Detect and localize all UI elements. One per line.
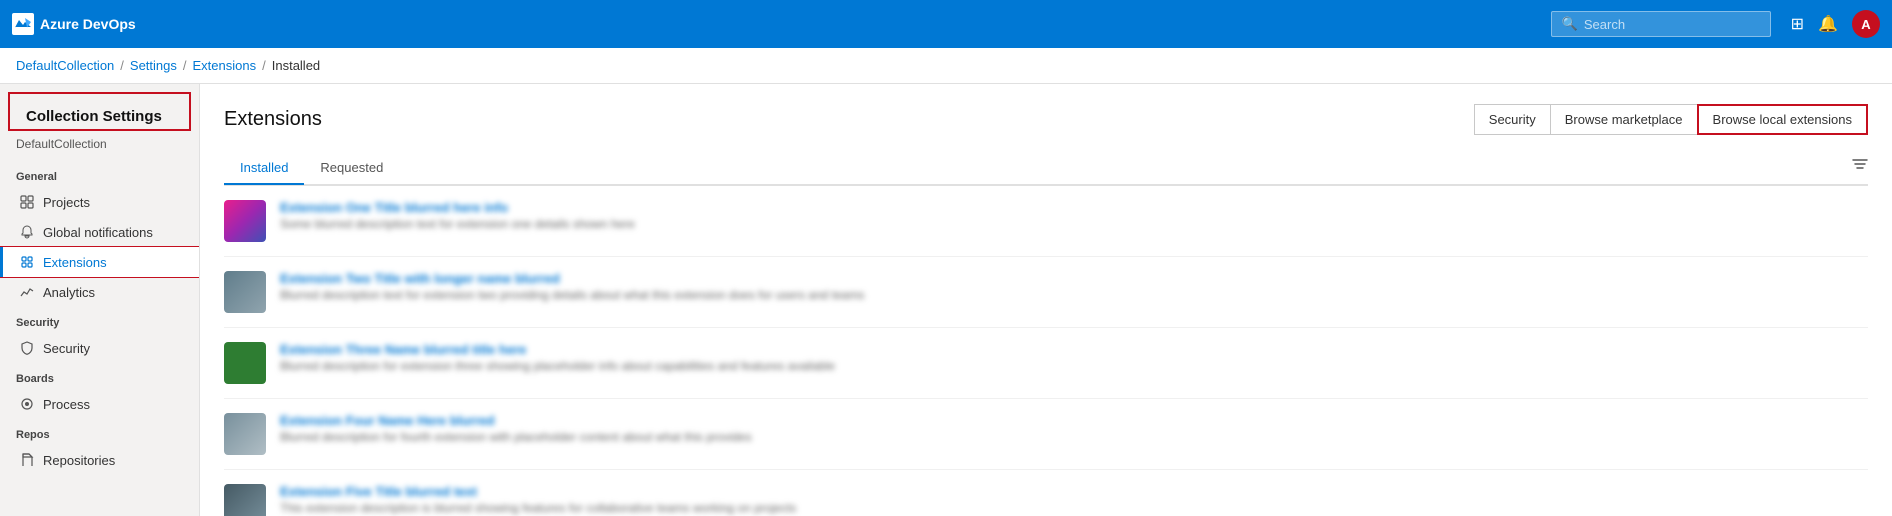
extension-name-5[interactable]: Extension Five Title blurred text <box>280 484 1868 499</box>
extension-info-3: Extension Three Name blurred title here … <box>280 342 1868 373</box>
extension-name-1[interactable]: Extension One Title blurred here info <box>280 200 1868 215</box>
extension-item-4: Extension Four Name Here blurred Blurred… <box>224 399 1868 470</box>
sidebar-section-general: General <box>0 161 199 187</box>
sidebar-item-extensions[interactable]: Extensions <box>0 247 199 277</box>
sidebar-item-notifications-label: Global notifications <box>43 225 153 240</box>
security-icon <box>19 340 35 356</box>
extension-desc-5: This extension description is blurred sh… <box>280 501 1868 515</box>
extension-info-1: Extension One Title blurred here info So… <box>280 200 1868 231</box>
extension-icon-3 <box>224 342 266 384</box>
tab-requested[interactable]: Requested <box>304 152 399 185</box>
tab-installed[interactable]: Installed <box>224 152 304 185</box>
breadcrumb-item-2[interactable]: Settings <box>130 58 177 73</box>
sidebar-item-extensions-label: Extensions <box>43 255 107 270</box>
sidebar-item-process-label: Process <box>43 397 90 412</box>
search-icon: 🔍 <box>1562 16 1578 32</box>
breadcrumb-item-1[interactable]: DefaultCollection <box>16 58 114 73</box>
content-header: Extensions Security Browse marketplace B… <box>224 104 1868 135</box>
extension-info-5: Extension Five Title blurred text This e… <box>280 484 1868 515</box>
grid-icon[interactable]: ⊞ <box>1787 10 1808 38</box>
extension-item-2: Extension Two Title with longer name blu… <box>224 257 1868 328</box>
filter-area <box>1852 151 1868 184</box>
logo-icon <box>12 13 34 35</box>
sidebar-section-security: Security <box>0 307 199 333</box>
extensions-icon <box>19 254 35 270</box>
sidebar-item-security-label: Security <box>43 341 90 356</box>
search-input[interactable] <box>1584 17 1760 32</box>
top-bar-icons: ⊞ 🔔 A <box>1787 10 1880 38</box>
extension-name-3[interactable]: Extension Three Name blurred title here <box>280 342 1868 357</box>
sidebar-subtitle: DefaultCollection <box>0 135 199 161</box>
sidebar-item-repositories[interactable]: Repositories <box>0 445 199 475</box>
browse-marketplace-button[interactable]: Browse marketplace <box>1550 104 1698 135</box>
browse-local-extensions-button[interactable]: Browse local extensions <box>1697 104 1868 135</box>
sidebar-item-process[interactable]: Process <box>0 389 199 419</box>
tabs-row: Installed Requested <box>224 151 1868 185</box>
filter-icon[interactable] <box>1852 157 1868 178</box>
sidebar-item-repositories-label: Repositories <box>43 453 115 468</box>
extension-desc-4: Blurred description for fourth extension… <box>280 430 1868 444</box>
extension-icon-4 <box>224 413 266 455</box>
sidebar-item-security[interactable]: Security <box>0 333 199 363</box>
content-area: Extensions Security Browse marketplace B… <box>200 84 1892 516</box>
extension-icon-2 <box>224 271 266 313</box>
projects-icon <box>19 194 35 210</box>
sidebar-item-global-notifications[interactable]: Global notifications <box>0 217 199 247</box>
extension-item-5: Extension Five Title blurred text This e… <box>224 470 1868 516</box>
breadcrumb-item-3[interactable]: Extensions <box>193 58 257 73</box>
sep-1: / <box>120 58 124 73</box>
extension-desc-2: Blurred description text for extension t… <box>280 288 1868 302</box>
page-title: Extensions <box>224 108 322 131</box>
extension-item-3: Extension Three Name blurred title here … <box>224 328 1868 399</box>
repo-icon <box>19 452 35 468</box>
sidebar-item-projects[interactable]: Projects <box>0 187 199 217</box>
sidebar-title: Collection Settings <box>8 92 191 131</box>
extension-icon-1 <box>224 200 266 242</box>
top-bar: Azure DevOps 🔍 ⊞ 🔔 A <box>0 0 1892 48</box>
analytics-icon <box>19 284 35 300</box>
search-box[interactable]: 🔍 <box>1551 11 1771 37</box>
breadcrumb-current: Installed <box>272 58 320 73</box>
extension-name-4[interactable]: Extension Four Name Here blurred <box>280 413 1868 428</box>
extension-name-2[interactable]: Extension Two Title with longer name blu… <box>280 271 1868 286</box>
app-logo[interactable]: Azure DevOps <box>12 13 136 35</box>
sidebar-item-analytics-label: Analytics <box>43 285 95 300</box>
tabs: Installed Requested <box>224 152 399 184</box>
extension-desc-3: Blurred description for extension three … <box>280 359 1868 373</box>
extension-info-4: Extension Four Name Here blurred Blurred… <box>280 413 1868 444</box>
extension-list: Extension One Title blurred here info So… <box>224 186 1868 516</box>
sidebar-item-analytics[interactable]: Analytics <box>0 277 199 307</box>
extension-info-2: Extension Two Title with longer name blu… <box>280 271 1868 302</box>
extension-desc-1: Some blurred description text for extens… <box>280 217 1868 231</box>
extension-icon-5 <box>224 484 266 516</box>
content-actions: Security Browse marketplace Browse local… <box>1475 104 1868 135</box>
extension-item-1: Extension One Title blurred here info So… <box>224 186 1868 257</box>
main-layout: Collection Settings DefaultCollection Ge… <box>0 84 1892 516</box>
sidebar: Collection Settings DefaultCollection Ge… <box>0 84 200 516</box>
sep-3: / <box>262 58 266 73</box>
sidebar-section-repos: Repos <box>0 419 199 445</box>
user-avatar[interactable]: A <box>1852 10 1880 38</box>
app-name: Azure DevOps <box>40 16 136 32</box>
sidebar-section-boards: Boards <box>0 363 199 389</box>
notifications-icon <box>19 224 35 240</box>
process-icon <box>19 396 35 412</box>
security-button[interactable]: Security <box>1474 104 1551 135</box>
sep-2: / <box>183 58 187 73</box>
breadcrumb: DefaultCollection / Settings / Extension… <box>0 48 1892 84</box>
sidebar-item-projects-label: Projects <box>43 195 90 210</box>
bell-icon[interactable]: 🔔 <box>1814 10 1842 38</box>
